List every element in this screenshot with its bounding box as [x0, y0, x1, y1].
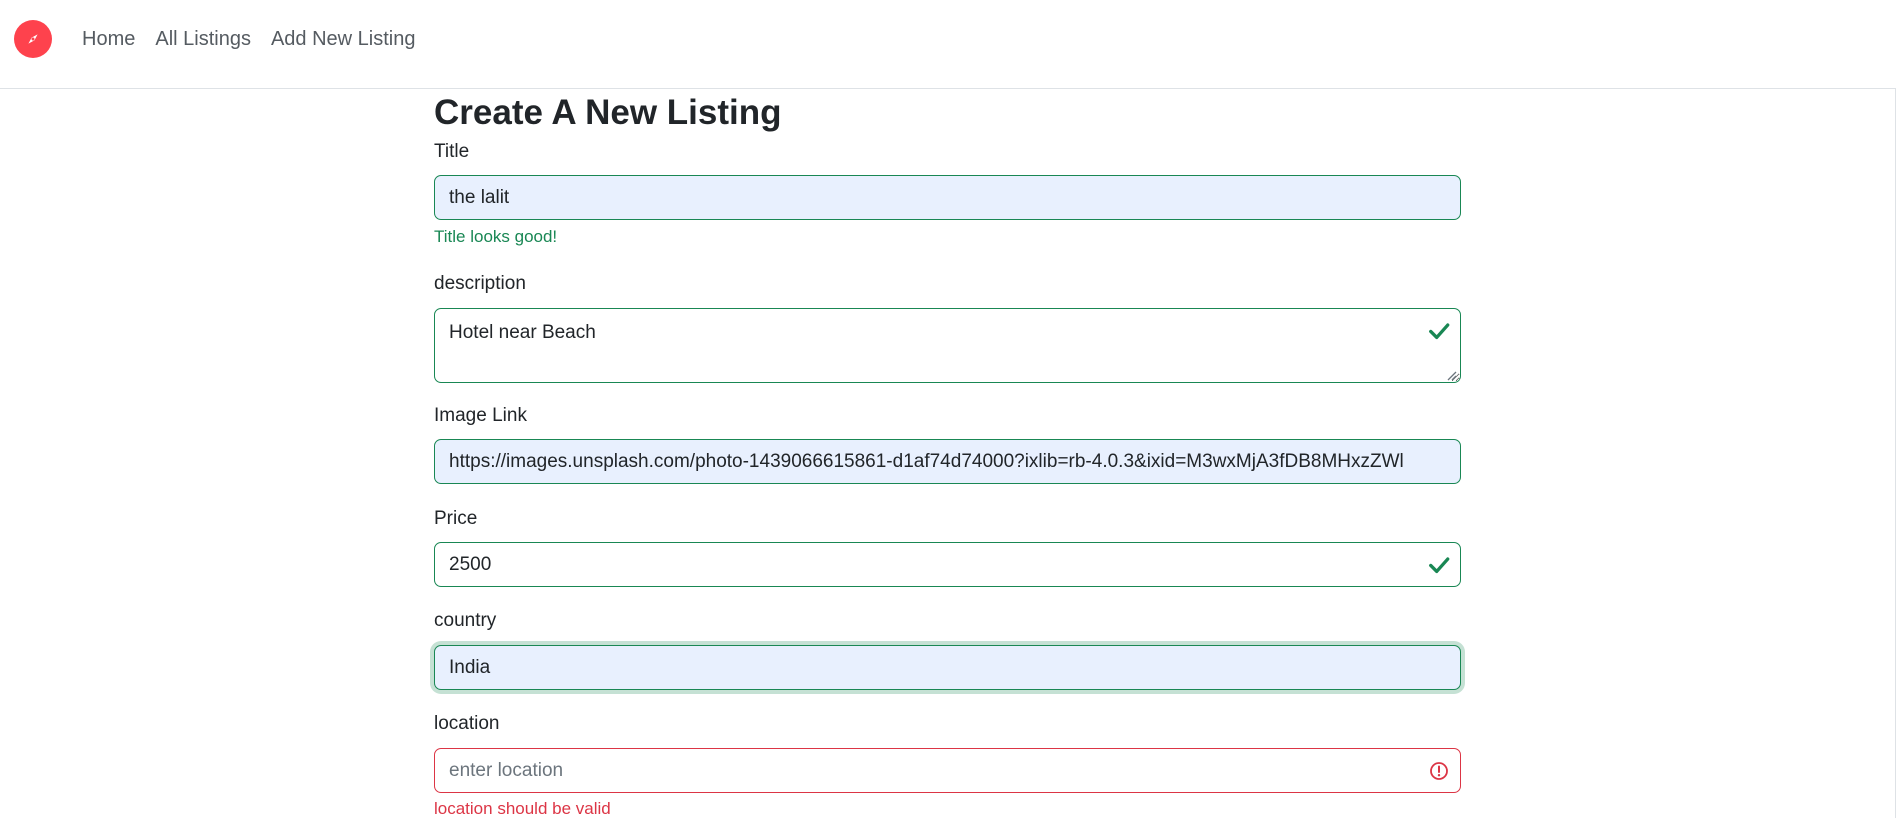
- image-link-input[interactable]: [434, 439, 1461, 484]
- location-input[interactable]: [434, 748, 1461, 793]
- check-icon: [1428, 320, 1450, 342]
- check-icon: [1428, 554, 1450, 576]
- compass-icon[interactable]: [14, 20, 52, 58]
- country-label: country: [434, 610, 497, 631]
- page-title: Create A New Listing: [434, 93, 782, 132]
- nav-link-add-new-listing[interactable]: Add New Listing: [271, 28, 416, 51]
- description-textarea[interactable]: Hotel near Beach: [434, 308, 1461, 383]
- location-invalid-feedback: location should be valid: [434, 799, 611, 818]
- description-label: description: [434, 273, 526, 294]
- nav-link-home[interactable]: Home: [82, 28, 135, 51]
- country-input[interactable]: [434, 645, 1461, 690]
- price-label: Price: [434, 508, 478, 529]
- navbar: Home All Listings Add New Listing: [0, 0, 1896, 89]
- alert-circle-icon: [1428, 760, 1450, 782]
- nav-link-all-listings[interactable]: All Listings: [155, 28, 251, 51]
- title-input[interactable]: [434, 175, 1461, 220]
- title-valid-feedback: Title looks good!: [434, 227, 558, 246]
- location-label: location: [434, 713, 500, 734]
- nav-links: Home All Listings Add New Listing: [82, 28, 416, 51]
- price-input[interactable]: [434, 542, 1461, 587]
- resize-grip-icon[interactable]: [1445, 368, 1457, 381]
- title-label: Title: [434, 141, 470, 162]
- image-link-label: Image Link: [434, 405, 527, 426]
